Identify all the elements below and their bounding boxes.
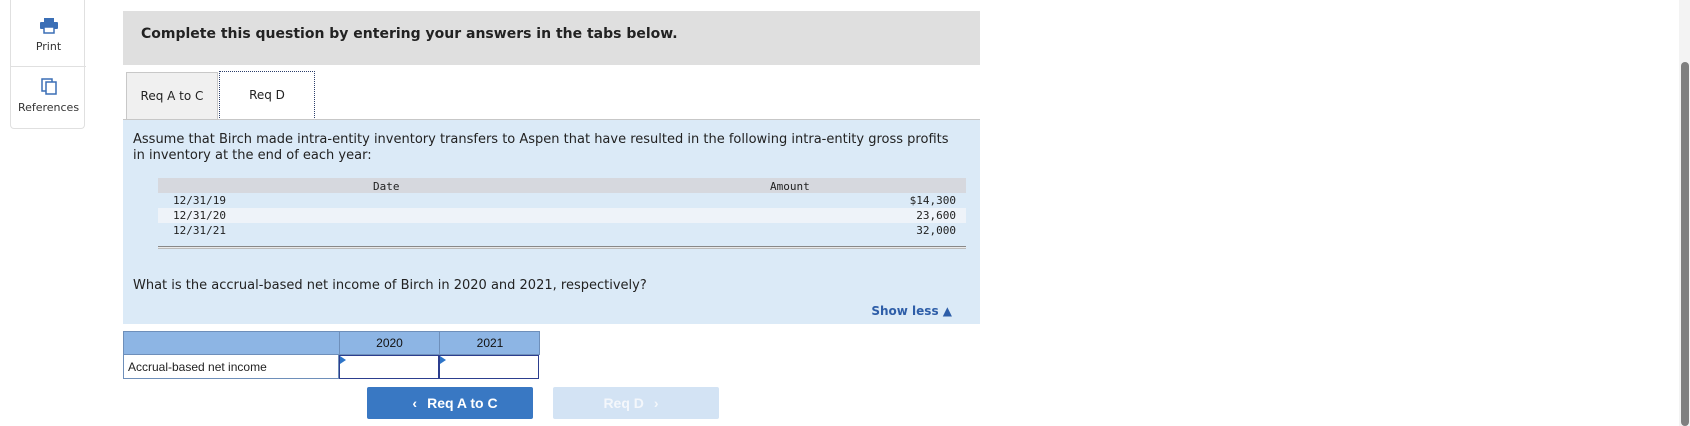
input-marker-icon [340,356,346,364]
table-footer [158,238,966,250]
question-panel: Assume that Birch made intra-entity inve… [123,119,980,324]
input-marker-icon [440,356,446,364]
table-row: 12/31/19 $14,300 [158,193,966,208]
column-header-2020: 2020 [339,332,439,354]
date-cell: 12/31/20 [173,209,226,222]
question-text: What is the accrual-based net income of … [133,278,647,293]
print-button[interactable]: Print [11,18,86,68]
side-tools-panel: Print References [10,0,86,129]
table-row: 12/31/20 23,600 [158,208,966,223]
prev-tab-button[interactable]: ‹ Req A to C [367,387,533,419]
input-2020[interactable] [339,355,439,379]
table-header-row: Date Amount [158,178,966,193]
prev-tab-label: Req A to C [427,395,498,411]
date-cell: 12/31/19 [173,194,226,207]
page-scrollbar[interactable] [1679,0,1690,426]
tab-req-d[interactable]: Req D [219,71,315,120]
amount-cell: $14,300 [909,194,956,207]
printer-icon [39,18,58,34]
answer-header-row: 2020 2021 [123,331,540,355]
chevron-left-icon: ‹ [412,395,418,411]
tool-divider [11,66,86,67]
intro-text: Assume that Birch made intra-entity inve… [133,132,949,163]
chevron-right-icon: › [653,395,659,411]
tab-req-a-to-c[interactable]: Req A to C [126,72,218,119]
documents-icon [40,78,57,95]
column-header-2021: 2021 [439,332,540,354]
row-label-accrual-net-income: Accrual-based net income [123,355,339,379]
table-row: 12/31/21 32,000 [158,223,966,238]
input-2021[interactable] [439,355,539,379]
amount-cell: 23,600 [916,209,956,222]
question-instruction-header: Complete this question by entering your … [123,11,980,65]
amount-column-header: Amount [770,180,810,193]
print-label: Print [35,40,62,53]
references-label: References [17,101,80,114]
show-less-link[interactable]: Show less ▲ [871,304,952,318]
amount-cell: 32,000 [916,224,956,237]
next-tab-button[interactable]: Req D › [553,387,719,419]
date-column-header: Date [373,180,400,193]
references-button[interactable]: References [11,78,86,128]
date-cell: 12/31/21 [173,224,226,237]
next-tab-label: Req D [603,395,644,411]
profits-table: Date Amount 12/31/19 $14,300 12/31/20 23… [158,178,966,250]
table-bottom-rule [158,246,966,249]
scrollbar-thumb[interactable] [1681,62,1689,426]
